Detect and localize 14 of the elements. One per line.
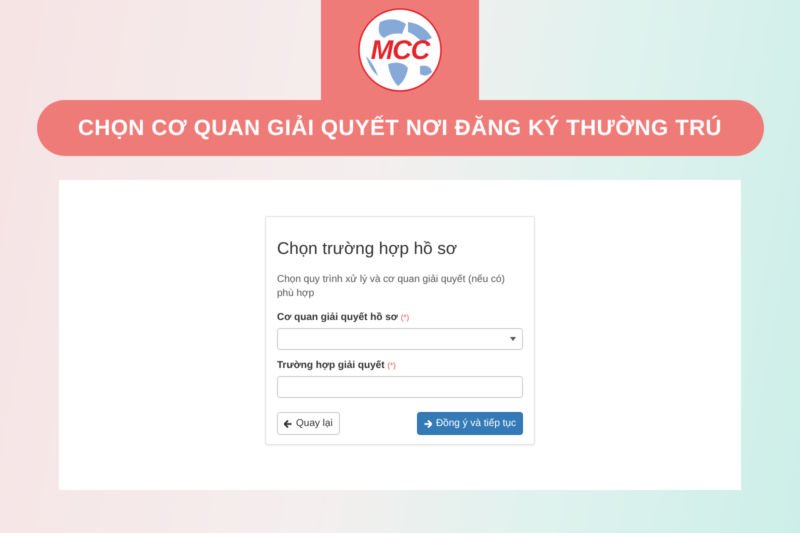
globe-icon: [358, 8, 442, 92]
arrow-left-icon: [284, 420, 292, 428]
field-label: Cơ quan giải quyết hồ sơ (*): [277, 312, 410, 323]
form-description: Chọn quy trình xử lý và cơ quan giải quyết (nếu có) phù hợp: [277, 273, 506, 300]
field-label: Trường hợp giải quyết (*): [277, 360, 397, 371]
form-title: Chọn trường hợp hồ sơ: [277, 239, 458, 259]
arrow-right-icon: [424, 420, 432, 428]
input-field[interactable]: [277, 376, 523, 398]
banner-title: CHỌN CƠ QUAN GIẢI QUYẾT NƠI ĐĂNG KÝ THƯỜNG TRÚ: [78, 115, 722, 141]
logo-text: MCC: [370, 35, 432, 66]
select-field[interactable]: [277, 328, 523, 350]
continue-button[interactable]: Đồng ý và tiếp tục: [416, 412, 523, 435]
back-button[interactable]: Quay lại: [277, 412, 340, 435]
caret-icon: [510, 337, 516, 341]
